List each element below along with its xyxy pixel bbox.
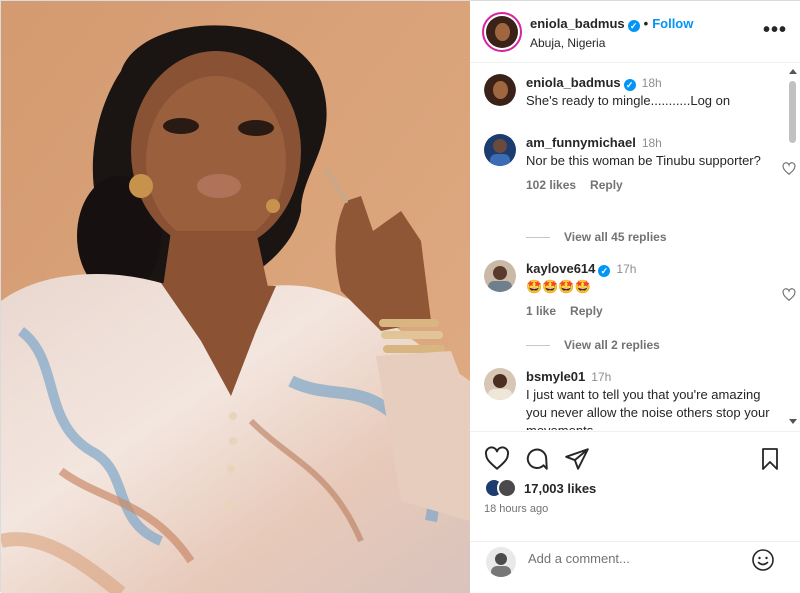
- liker-avatar: [497, 478, 517, 498]
- comments-list: eniola_badmus ✓ 18h She's ready to mingle.…: [470, 64, 800, 430]
- smiley-icon[interactable]: [751, 548, 775, 575]
- post-actions: 17,003 likes 18 hours ago: [470, 431, 800, 543]
- comment-username[interactable]: bsmyle01: [526, 369, 585, 384]
- more-options-icon[interactable]: •••: [763, 20, 787, 40]
- comment-username[interactable]: am_funnymichael: [526, 135, 636, 150]
- verified-badge-icon: ✓: [627, 20, 640, 32]
- scroll-up-arrow-icon[interactable]: [789, 69, 797, 74]
- comment-body: am_funnymichael 18h Nor be this woman be …: [526, 134, 776, 194]
- scrollbar-thumb[interactable]: [789, 81, 796, 143]
- comment-time[interactable]: 18h: [642, 136, 662, 150]
- comment-text: 🤩🤩🤩🤩: [526, 279, 591, 294]
- add-comment-input[interactable]: [528, 551, 738, 566]
- verified-badge-icon: ✓: [598, 265, 611, 277]
- user-photo-icon: [488, 266, 512, 292]
- post-side-panel: eniola_badmus ✓ • Follow Abuja, Nigeria •••…: [470, 1, 800, 593]
- view-replies-link[interactable]: View all 45 replies: [526, 230, 667, 244]
- comment-text: She's ready to mingle...........Log on: [526, 93, 731, 108]
- commenter-avatar[interactable]: [484, 368, 516, 400]
- verified-badge-icon: ✓: [623, 79, 636, 91]
- bookmark-icon[interactable]: [758, 446, 782, 475]
- comment-likes[interactable]: 102 likes: [526, 178, 576, 192]
- comment-icon[interactable]: [524, 446, 550, 475]
- comment-text: Nor be this woman be Tinubu supporter?: [526, 153, 761, 168]
- comment-time[interactable]: 17h: [591, 370, 611, 384]
- reply-button[interactable]: Reply: [570, 304, 603, 318]
- commenter-avatar[interactable]: [484, 74, 516, 106]
- user-photo-icon: [490, 139, 510, 166]
- current-user-avatar: [486, 547, 516, 577]
- user-photo-icon: [488, 374, 512, 400]
- author-avatar-image: [486, 16, 518, 48]
- view-replies-link[interactable]: View all 2 replies: [526, 338, 660, 352]
- comment-time[interactable]: 18h: [642, 76, 662, 90]
- scroll-down-arrow-icon[interactable]: [789, 419, 797, 424]
- post-window: eniola_badmus ✓ • Follow Abuja, Nigeria •••…: [0, 0, 800, 593]
- comment-likes[interactable]: 1 like: [526, 304, 556, 318]
- comment-username[interactable]: kaylove614: [526, 261, 595, 276]
- post-timestamp[interactable]: 18 hours ago: [484, 503, 548, 515]
- comment-text: I just want to tell you that you're amaz…: [526, 387, 770, 430]
- separator-dot: •: [643, 16, 649, 31]
- share-icon[interactable]: [564, 446, 590, 475]
- woman-portrait-image: [1, 1, 470, 593]
- post-header: eniola_badmus ✓ • Follow Abuja, Nigeria •••: [470, 1, 800, 63]
- add-comment-bar: [470, 541, 800, 593]
- post-photo[interactable]: [1, 1, 470, 593]
- comment-body: eniola_badmus ✓ 18h She's ready to mingle.…: [526, 74, 776, 110]
- likes-count[interactable]: 17,003 likes: [524, 481, 596, 496]
- author-username[interactable]: eniola_badmus: [530, 16, 625, 31]
- post-location[interactable]: Abuja, Nigeria: [530, 36, 605, 50]
- author-line: eniola_badmus ✓ • Follow: [530, 16, 693, 32]
- heart-icon[interactable]: [484, 446, 510, 475]
- comments-scrollbar[interactable]: [788, 69, 797, 424]
- author-avatar[interactable]: [482, 12, 522, 52]
- comment-username[interactable]: eniola_badmus: [526, 75, 621, 90]
- comment-time[interactable]: 17h: [616, 262, 636, 276]
- comment-body: bsmyle01 17h I just want to tell you that…: [526, 368, 776, 430]
- reply-button[interactable]: Reply: [590, 178, 623, 192]
- comment-body: kaylove614 ✓ 17h 🤩🤩🤩🤩 1 like Reply: [526, 260, 776, 320]
- user-photo-icon: [491, 553, 511, 577]
- follow-button[interactable]: Follow: [652, 16, 693, 31]
- commenter-avatar[interactable]: [484, 134, 516, 166]
- commenter-avatar[interactable]: [484, 260, 516, 292]
